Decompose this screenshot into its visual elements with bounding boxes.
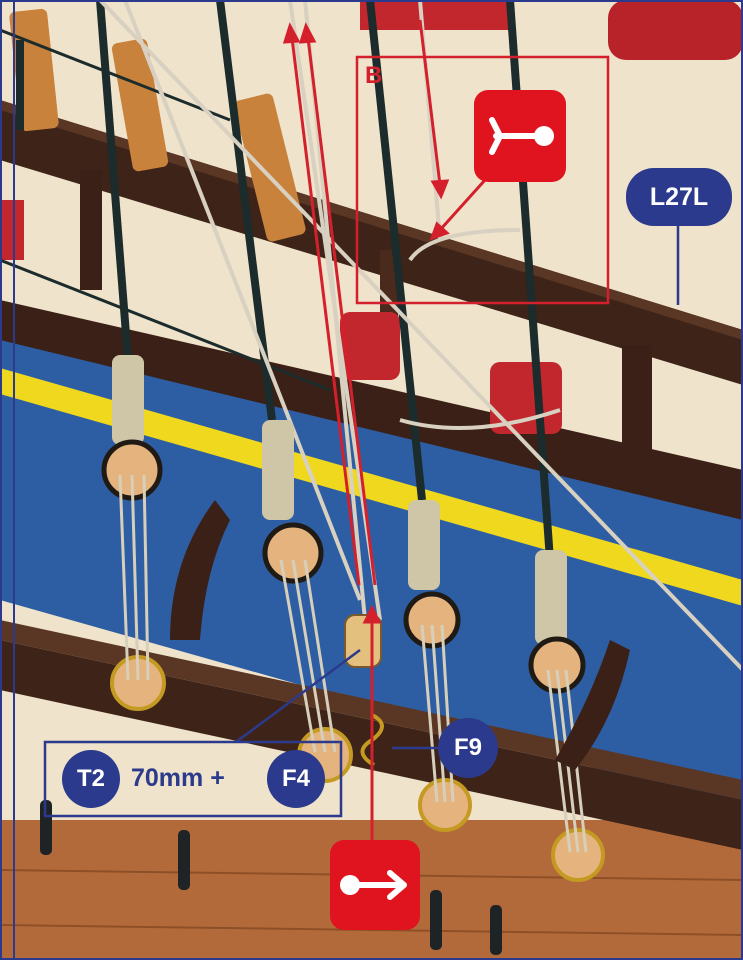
ship-rigging-photo bbox=[0, 0, 743, 960]
part-label-f9: F9 bbox=[438, 718, 498, 778]
part-label-t2: T2 bbox=[62, 750, 120, 808]
part-label-f4: F4 bbox=[267, 750, 325, 808]
detail-letter-label: B bbox=[365, 62, 383, 89]
belay-line-glyph bbox=[489, 117, 554, 155]
line-direction-arrow-icon bbox=[330, 840, 420, 930]
belay-line-icon bbox=[474, 90, 566, 182]
line-direction-arrow-glyph bbox=[340, 870, 407, 900]
stanchion bbox=[80, 170, 102, 290]
photo-stage: B L27L F9 T2 70mm + F4 bbox=[0, 0, 743, 960]
line-length-text: 70mm + bbox=[131, 764, 225, 792]
part-label-l27l: L27L bbox=[626, 168, 732, 226]
